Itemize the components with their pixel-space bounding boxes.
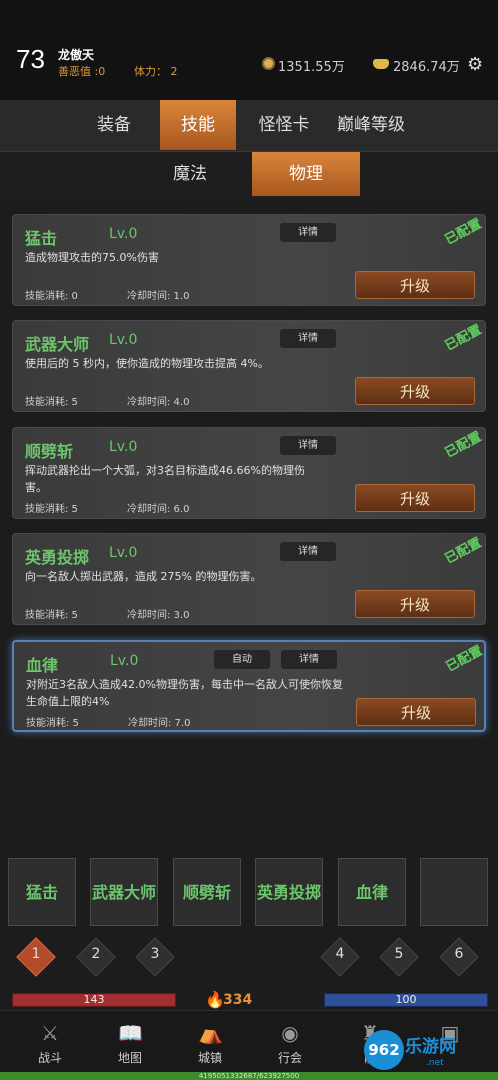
subtab-physical[interactable]: 物理 [252, 152, 360, 196]
mp-value: 100 [395, 993, 417, 1006]
page-number: 6 [454, 946, 464, 962]
page-number: 4 [335, 946, 345, 962]
configured-badge: 已配置 [442, 535, 485, 568]
coin-icon [262, 57, 275, 70]
tab-monster-cards[interactable]: 怪怪卡 [244, 100, 324, 150]
nav-label: 城镇 [197, 1051, 222, 1065]
page-number: 1 [31, 946, 41, 962]
skill-level: Lv.0 [109, 545, 138, 561]
detail-button[interactable]: 详情 [280, 542, 336, 561]
skill-cooldown: 冷却时间: 1.0 [127, 291, 190, 302]
skill-name: 血律 [26, 656, 59, 675]
detail-button[interactable]: 详情 [280, 436, 336, 455]
upgrade-button[interactable]: 升级 [356, 698, 476, 726]
skill-level: Lv.0 [109, 226, 138, 242]
skill-slot[interactable]: 英勇投掷 [255, 858, 323, 926]
skill-description: 对附近3名敌人造成42.0%物理伤害，每击中一名敌人可使你恢复生命值上限的4% [26, 678, 343, 708]
detail-button[interactable]: 详情 [280, 329, 336, 348]
skill-description: 挥动武器抡出一个大弧，对3名目标造成46.66%的物理伤害。 [25, 464, 305, 494]
skill-name: 顺劈斩 [25, 442, 74, 461]
page-number: 2 [91, 946, 101, 962]
exp-text: 4195051332687/6239275​00 [198, 1072, 300, 1080]
upgrade-button[interactable]: 升级 [355, 484, 475, 512]
nav-guild[interactable]: ◉ 行会 [250, 1011, 330, 1073]
tab-equipment[interactable]: 装备 [76, 100, 152, 150]
skill-card[interactable]: 顺劈斩 Lv.0 详情 已配置 挥动武器抡出一个大弧，对3名目标造成46.66%… [12, 427, 486, 519]
skill-card[interactable]: 武器大师 Lv.0 详情 已配置 使用后的 5 秒内，使你造成的物理攻击提高 4… [12, 320, 486, 412]
player-name: 龙傲天 [58, 48, 95, 62]
auto-button[interactable]: 自动 [214, 650, 270, 669]
page-number: 3 [150, 946, 160, 962]
page-number: 5 [394, 946, 404, 962]
nav-label: 地图 [117, 1051, 142, 1065]
skill-slot[interactable]: 猛击 [8, 858, 76, 926]
hp-value: 143 [83, 993, 105, 1006]
watermark-logo: 962 [364, 1030, 404, 1070]
ingot-amount: 2846.74万 [393, 60, 460, 75]
skill-level: Lv.0 [109, 332, 138, 348]
skill-cost: 技能消耗: 5 [25, 397, 78, 408]
skill-level: Lv.0 [109, 439, 138, 455]
stamina-value: 体力： 2 [134, 65, 178, 78]
sub-tabs: 魔法 物理 [0, 152, 498, 198]
tent-icon: ⛺ [198, 1021, 223, 1045]
tab-skills[interactable]: 技能 [160, 100, 236, 150]
fire-value: 334 [223, 992, 253, 1008]
skill-cost: 技能消耗: 5 [25, 504, 78, 515]
skill-card-selected[interactable]: 血律 Lv.0 自动 详情 已配置 对附近3名敌人造成42.0%物理伤害，每击中… [12, 640, 486, 732]
skill-level: Lv.0 [110, 653, 139, 669]
configured-badge: 已配置 [442, 322, 485, 355]
nav-battle[interactable]: ⚔ 战斗 [10, 1011, 90, 1073]
flame-icon: 🔥 [205, 990, 225, 1009]
detail-button[interactable]: 详情 [280, 223, 336, 242]
skill-cooldown: 冷却时间: 6.0 [127, 504, 190, 515]
gear-icon[interactable]: ⚙ [467, 54, 483, 75]
skill-slot[interactable] [420, 858, 488, 926]
skill-description: 使用后的 5 秒内，使你造成的物理攻击提高 4%。 [25, 357, 269, 370]
skill-cooldown: 冷却时间: 3.0 [127, 610, 190, 621]
main-tabs: 装备 技能 怪怪卡 巅峰等级 [0, 100, 498, 152]
ingot-icon [373, 59, 389, 69]
watermark-url: .net [426, 1058, 444, 1068]
book-icon: 📖 [118, 1021, 143, 1045]
skill-cooldown: 冷却时间: 7.0 [128, 718, 191, 729]
configured-badge: 已配置 [442, 429, 485, 462]
nav-map[interactable]: 📖 地图 [90, 1011, 170, 1073]
watermark-text: 乐游网 [405, 1037, 456, 1057]
karma-value: 善恶值 :0 [58, 65, 106, 78]
nav-label: 战斗 [37, 1051, 62, 1065]
skill-name: 英勇投掷 [25, 548, 90, 567]
coin-amount: 1351.55万 [278, 60, 345, 75]
upgrade-button[interactable]: 升级 [355, 271, 475, 299]
skill-slot[interactable]: 血律 [338, 858, 406, 926]
skill-slot[interactable]: 武器大师 [90, 858, 158, 926]
nav-label: 行会 [277, 1051, 302, 1065]
subtab-magic[interactable]: 魔法 [150, 152, 230, 196]
tab-peak-level[interactable]: 巅峰等级 [326, 100, 416, 150]
configured-badge: 已配置 [442, 216, 485, 249]
player-level: 73 [16, 44, 45, 74]
nav-town[interactable]: ⛺ 城镇 [170, 1011, 250, 1073]
skill-description: 向一名敌人掷出武器，造成 275% 的物理伤害。 [25, 570, 262, 583]
skill-card[interactable]: 猛击 Lv.0 详情 已配置 造成物理攻击的75.0%伤害 技能消耗: 0 冷却… [12, 214, 486, 306]
skill-slot[interactable]: 顺劈斩 [173, 858, 241, 926]
skill-cost: 技能消耗: 5 [26, 718, 79, 729]
swords-icon: ⚔ [41, 1021, 59, 1045]
skill-description: 造成物理攻击的75.0%伤害 [25, 251, 159, 264]
detail-button[interactable]: 详情 [281, 650, 337, 669]
skill-cost: 技能消耗: 5 [25, 610, 78, 621]
skill-cost: 技能消耗: 0 [25, 291, 78, 302]
skill-name: 猛击 [25, 229, 58, 248]
skill-cooldown: 冷却时间: 4.0 [127, 397, 190, 408]
guild-icon: ◉ [281, 1021, 299, 1045]
upgrade-button[interactable]: 升级 [355, 377, 475, 405]
skill-name: 武器大师 [25, 335, 90, 354]
configured-badge: 已配置 [443, 643, 486, 676]
skill-card[interactable]: 英勇投掷 Lv.0 详情 已配置 向一名敌人掷出武器，造成 275% 的物理伤害… [12, 533, 486, 625]
upgrade-button[interactable]: 升级 [355, 590, 475, 618]
